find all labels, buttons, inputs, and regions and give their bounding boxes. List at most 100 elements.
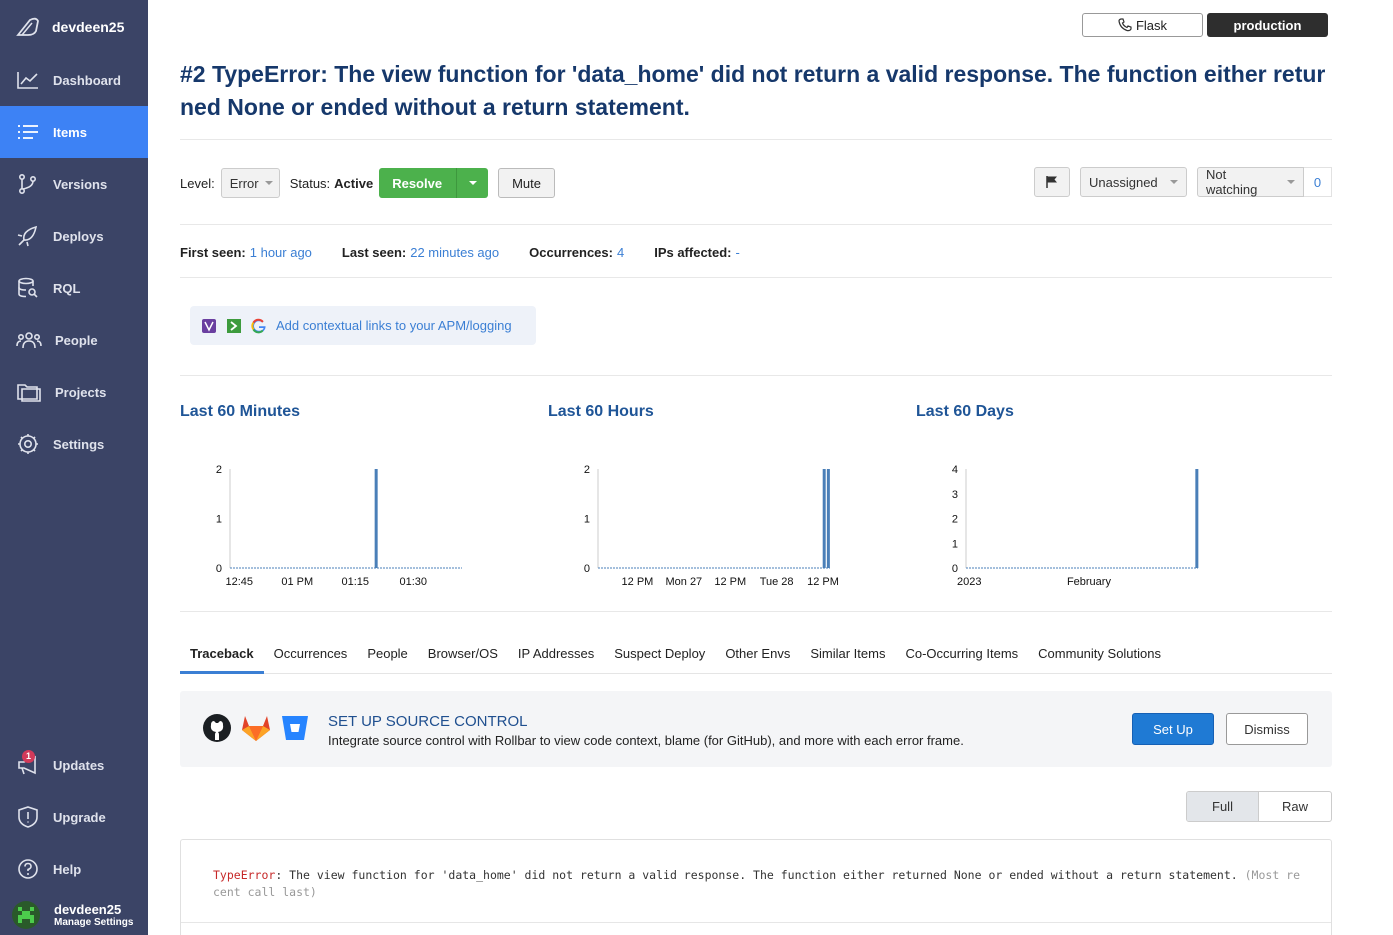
chart-bar — [826, 469, 830, 568]
first-seen-label: First seen: — [180, 245, 246, 260]
shield-icon — [18, 806, 38, 828]
watching-select[interactable]: Not watching — [1197, 167, 1304, 197]
contextual-links-box[interactable]: Add contextual links to your APM/logging — [190, 306, 536, 345]
x-tick-label: 12:45 — [226, 576, 254, 588]
tab-similar-items[interactable]: Similar Items — [800, 633, 895, 673]
x-tick-label: 01:15 — [342, 576, 370, 588]
tab-traceback[interactable]: Traceback — [180, 633, 264, 674]
ips-value[interactable]: - — [736, 245, 740, 260]
sidebar-item-deploys[interactable]: Deploys — [0, 210, 148, 262]
sidebar-bottom: 1 Updates Upgrade Help devdeen25 Manage … — [0, 739, 148, 935]
x-tick-label: 01:30 — [400, 576, 428, 588]
flag-icon — [1046, 176, 1057, 188]
tab-other-envs[interactable]: Other Envs — [715, 633, 800, 673]
tab-browser-os[interactable]: Browser/OS — [418, 633, 508, 673]
watcher-count[interactable]: 0 — [1304, 167, 1332, 197]
sidebar-item-people[interactable]: People — [0, 314, 148, 366]
sidebar-item-label: Help — [53, 861, 82, 877]
tab-ip-addresses[interactable]: IP Addresses — [508, 633, 604, 673]
resolve-button-group: Resolve — [379, 168, 489, 198]
divider — [180, 611, 1332, 612]
tab-people[interactable]: People — [357, 633, 417, 673]
y-tick-label: 0 — [952, 563, 958, 575]
dismiss-button[interactable]: Dismiss — [1226, 713, 1308, 745]
rollbar-logo-icon — [16, 17, 39, 36]
last-seen-value[interactable]: 22 minutes ago — [410, 245, 499, 260]
gear-icon — [18, 434, 38, 454]
error-message: : The view function for 'data_home' did … — [275, 868, 1245, 882]
tab-suspect-deploy[interactable]: Suspect Deploy — [604, 633, 715, 673]
chart-last-60-days: 0 1 2 3 4 2023 February — [952, 464, 1199, 588]
sidebar-item-items[interactable]: Items — [0, 106, 148, 158]
bitbucket-icon — [280, 713, 310, 743]
google-icon — [251, 318, 267, 334]
y-tick-label: 2 — [584, 464, 590, 476]
contextual-links-text: Add contextual links to your APM/logging — [276, 318, 512, 333]
setup-button[interactable]: Set Up — [1132, 713, 1214, 745]
user-menu[interactable]: devdeen25 Manage Settings — [0, 895, 148, 935]
chart-title-days: Last 60 Days — [916, 403, 1014, 420]
sidebar-item-upgrade[interactable]: Upgrade — [0, 791, 148, 843]
full-view-button[interactable]: Full — [1187, 792, 1259, 821]
raw-view-button[interactable]: Raw — [1259, 792, 1331, 821]
sidebar-item-settings[interactable]: Settings — [0, 418, 148, 470]
first-seen-value[interactable]: 1 hour ago — [250, 245, 312, 260]
sidebar-item-rql[interactable]: RQL — [0, 262, 148, 314]
x-tick-label: 12 PM — [622, 576, 654, 588]
y-tick-label: 1 — [216, 514, 222, 526]
y-tick-label: 0 — [216, 563, 222, 575]
y-tick-label: 0 — [584, 563, 590, 575]
y-tick-label: 1 — [952, 538, 958, 550]
divider — [181, 922, 1331, 923]
divider — [180, 139, 1332, 140]
tab-community-solutions[interactable]: Community Solutions — [1028, 633, 1171, 673]
chevron-down-icon — [1170, 180, 1178, 184]
environment-button[interactable]: production — [1207, 13, 1328, 37]
occurrences-value[interactable]: 4 — [617, 245, 624, 260]
chart-title-minutes: Last 60 Minutes — [180, 403, 301, 420]
error-type: TypeError — [213, 868, 276, 882]
ips-label: IPs affected: — [654, 245, 732, 260]
x-tick-label: Mon 27 — [665, 576, 702, 588]
source-control-banner: SET UP SOURCE CONTROL Integrate source c… — [180, 691, 1332, 767]
mute-button[interactable]: Mute — [498, 168, 555, 198]
x-tick-label: 01 PM — [281, 576, 313, 588]
occurrences-label: Occurrences: — [529, 245, 613, 260]
tab-occurrences[interactable]: Occurrences — [264, 633, 358, 673]
sidebar-item-label: Items — [53, 124, 87, 140]
watching-value: Not watching — [1206, 167, 1258, 197]
help-icon — [18, 859, 38, 879]
x-tick-label: 12 PM — [807, 576, 839, 588]
avatar — [12, 901, 40, 929]
list-icon — [18, 125, 38, 139]
apm-icon — [201, 318, 217, 334]
sidebar-item-versions[interactable]: Versions — [0, 158, 148, 210]
resolve-button[interactable]: Resolve — [379, 168, 458, 198]
sidebar-item-updates[interactable]: 1 Updates — [0, 739, 148, 791]
sidebar-item-dashboard[interactable]: Dashboard — [0, 54, 148, 106]
flag-button[interactable] — [1034, 167, 1070, 197]
sidebar-item-projects[interactable]: Projects — [0, 366, 148, 418]
sidebar-item-help[interactable]: Help — [0, 843, 148, 895]
brand-name: devdeen25 — [52, 19, 125, 35]
x-tick-label: 2023 — [957, 576, 981, 588]
manage-settings-link[interactable]: Manage Settings — [54, 917, 133, 928]
sidebar-item-label: Updates — [53, 757, 105, 773]
sidebar-item-label: Upgrade — [53, 809, 106, 825]
framework-button[interactable]: Flask — [1082, 13, 1203, 37]
chart-bar — [822, 469, 826, 568]
resolve-dropdown-button[interactable] — [457, 181, 488, 185]
updates-badge: 1 — [22, 750, 35, 763]
user-name: devdeen25 — [54, 901, 122, 917]
item-controls: Level: Error Status: Active Resolve Mute… — [180, 167, 1332, 199]
chevron-down-icon — [264, 181, 273, 185]
level-label: Level: — [180, 175, 215, 191]
rocket-icon — [17, 225, 38, 247]
assignee-select[interactable]: Unassigned — [1080, 167, 1187, 197]
level-select[interactable]: Error — [220, 168, 280, 198]
y-tick-label: 1 — [584, 514, 590, 526]
x-tick-label: 12 PM — [714, 576, 746, 588]
brand[interactable]: devdeen25 — [0, 0, 148, 54]
tab-co-occurring-items[interactable]: Co-Occurring Items — [895, 633, 1028, 673]
x-tick-label: Tue 28 — [760, 576, 794, 588]
